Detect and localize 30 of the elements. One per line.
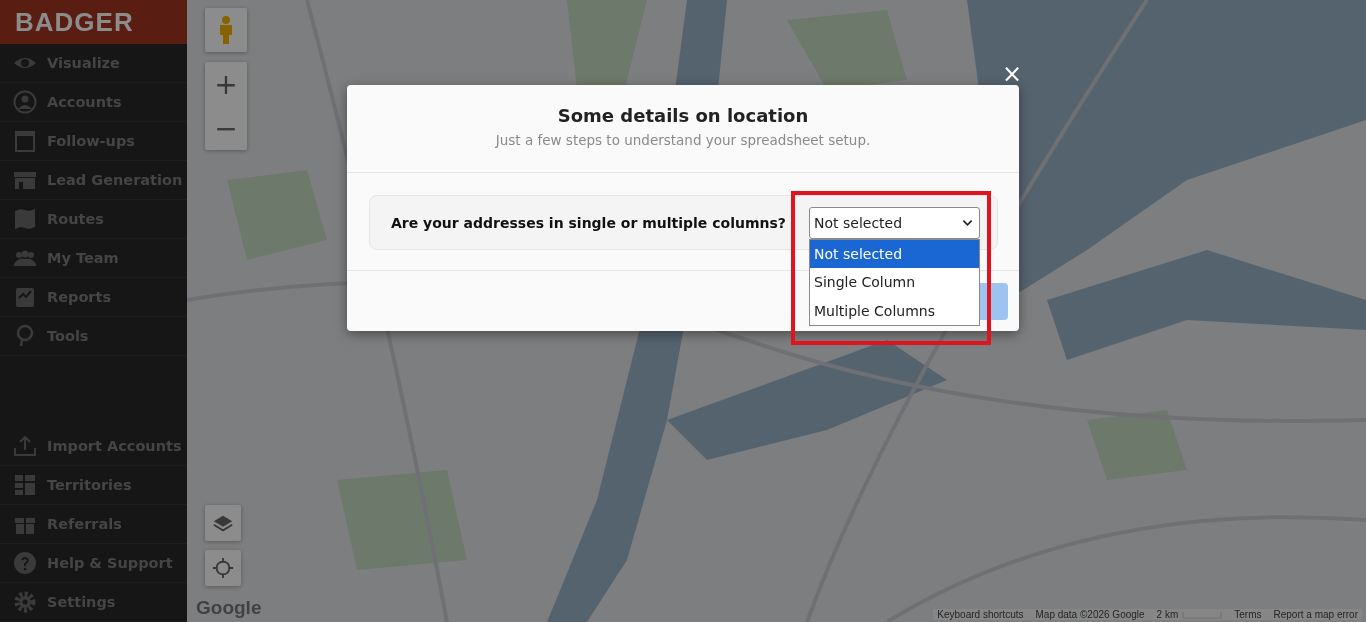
dialog-title: Some details on location [556, 105, 810, 126]
crosshair-icon [212, 557, 234, 579]
help-icon [13, 551, 37, 575]
calendar-icon [13, 129, 37, 153]
map-logo: Google [196, 597, 262, 619]
layers-button[interactable] [205, 505, 241, 541]
chevron-icon [962, 218, 973, 227]
attribution-link[interactable]: Terms [1234, 609, 1262, 620]
locate-button[interactable] [205, 550, 241, 586]
zoom-in-button[interactable]: + [205, 62, 247, 106]
logo[interactable]: BADGER [15, 6, 134, 38]
close-button[interactable]: × [1001, 62, 1023, 86]
question-label: Are your addresses in single or multiple columns? [391, 214, 786, 231]
dropdown-option[interactable]: Single Column [810, 268, 979, 297]
select-field[interactable]: Not selected [809, 206, 980, 239]
attribution-link[interactable]: Report a map error [1273, 609, 1358, 620]
attribution-link[interactable]: Map data ©2026 Google [1035, 609, 1145, 620]
upload-icon [13, 434, 37, 458]
zoom-out-button[interactable]: − [205, 106, 247, 150]
attribution-link[interactable]: 2 km [1156, 609, 1179, 620]
chart-icon [13, 285, 37, 309]
dialog-subtitle: Just a few steps to understand your spreadsheet setup. [494, 132, 872, 148]
dropdown-option[interactable]: Not selected [810, 239, 979, 268]
map-icon [13, 207, 37, 231]
person-icon [218, 15, 234, 45]
grid-icon [13, 473, 37, 497]
gear-icon [13, 590, 37, 614]
person-icon [13, 90, 37, 114]
attribution-link[interactable]: Keyboard shortcuts [937, 609, 1024, 620]
dropdown-option[interactable]: Multiple Columns [810, 296, 979, 325]
